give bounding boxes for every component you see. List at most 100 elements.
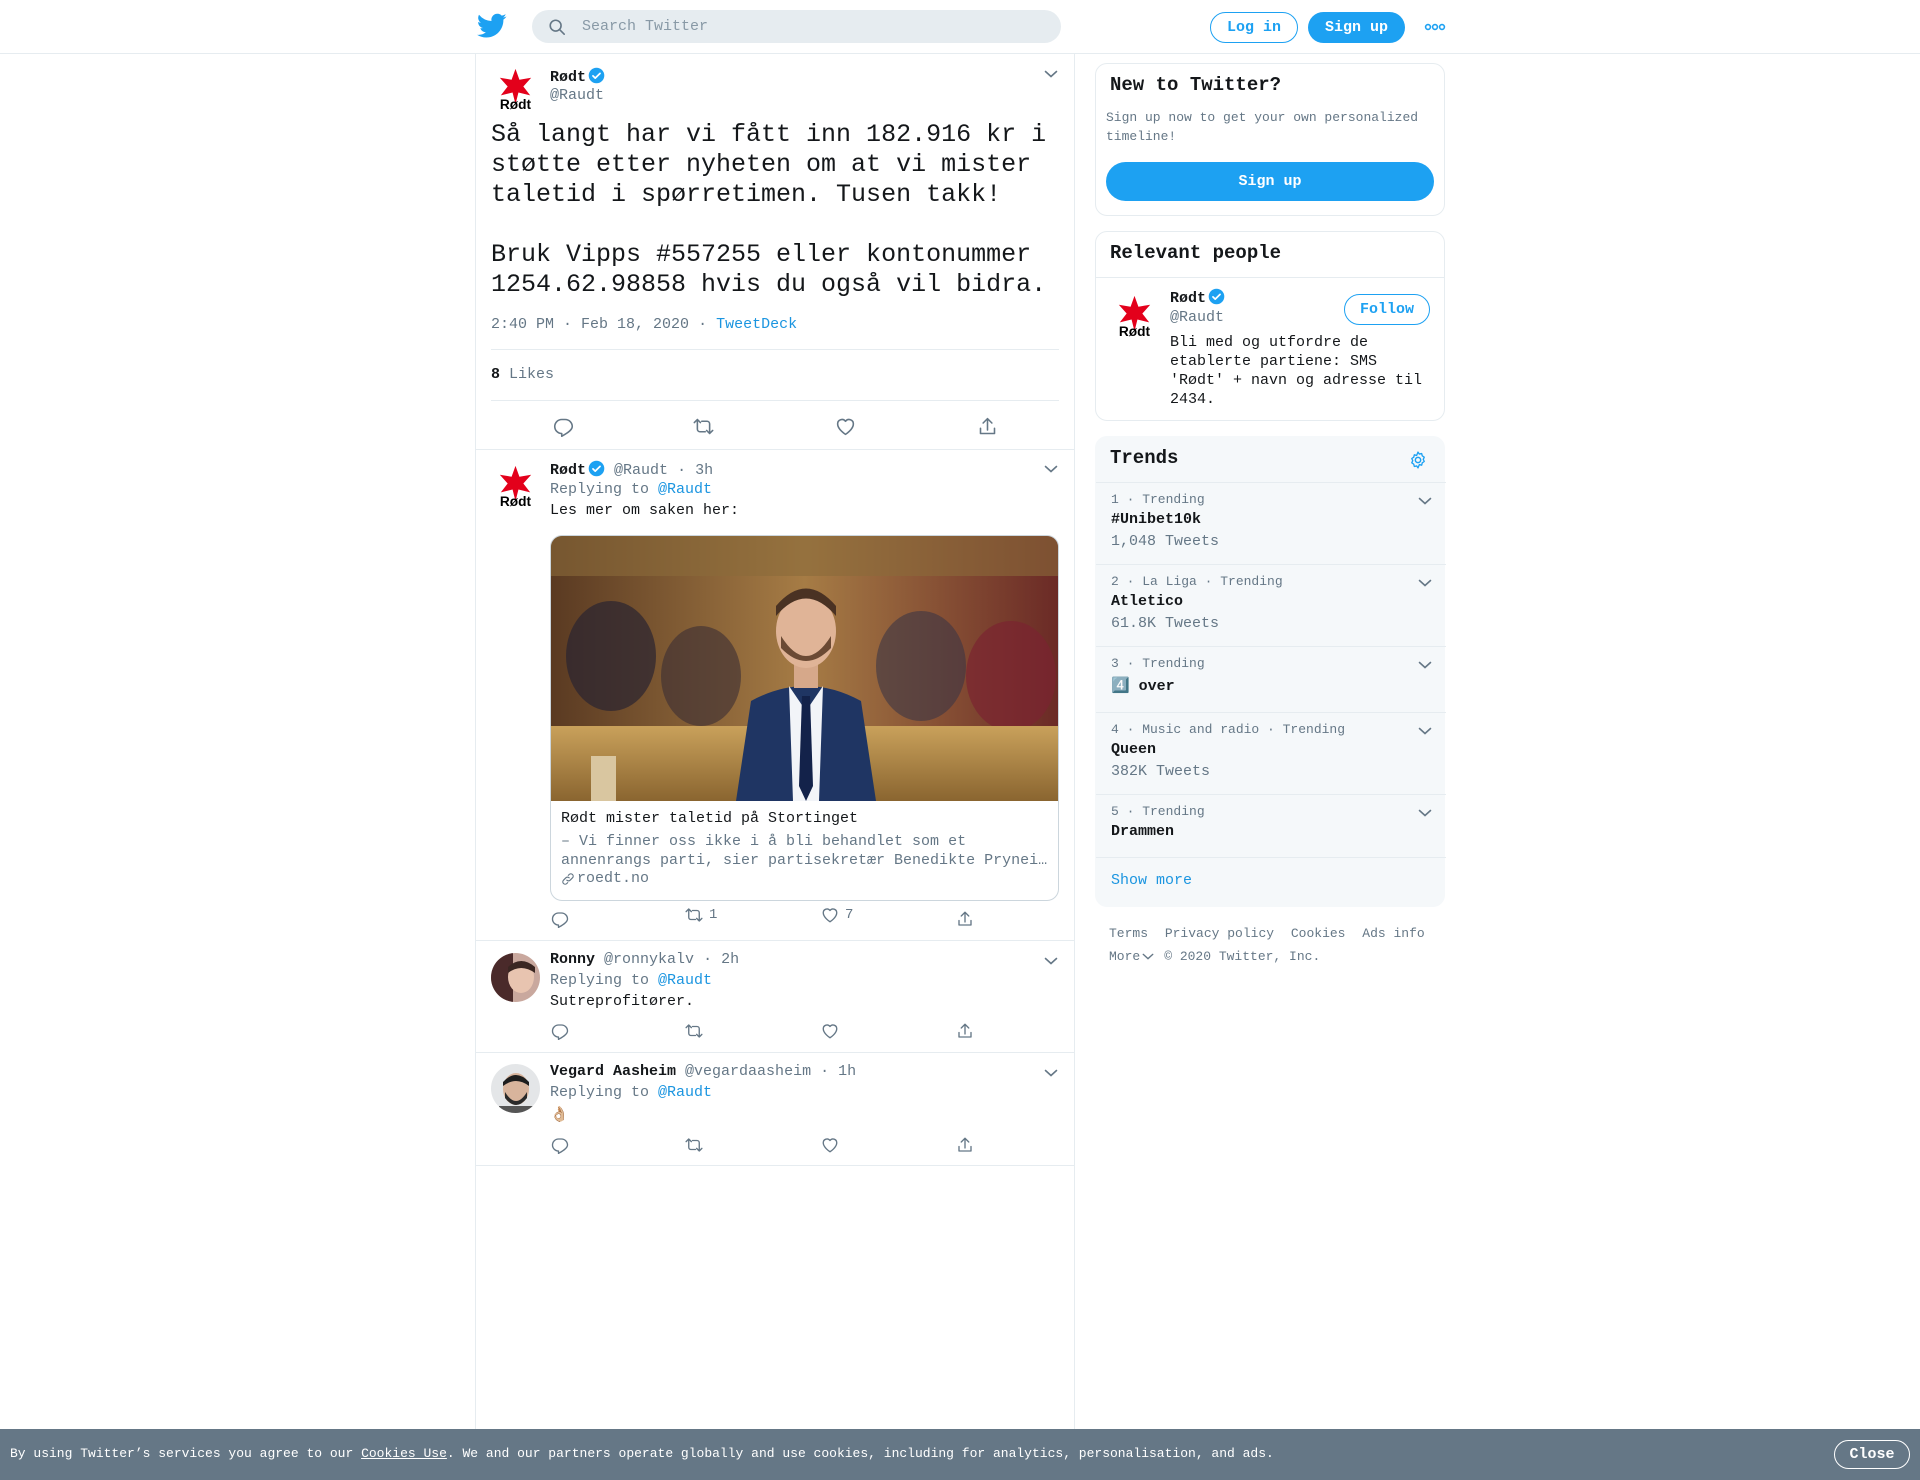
trend-item[interactable]: 3 · Trending 4️⃣ over: [1096, 646, 1446, 712]
replying-to-link[interactable]: @Raudt: [658, 481, 712, 498]
user-avatar[interactable]: [491, 1064, 540, 1113]
author-name[interactable]: Ronny: [550, 951, 595, 968]
retweet-button[interactable]: 1: [685, 906, 717, 924]
user-avatar[interactable]: [491, 953, 540, 1002]
chevron-down-icon[interactable]: [1142, 952, 1154, 961]
chevron-down-icon[interactable]: [1418, 726, 1432, 736]
trend-item[interactable]: 1 · Trending #Unibet10k 1,048 Tweets: [1096, 482, 1446, 564]
rodt-avatar[interactable]: [491, 65, 540, 114]
retweet-button[interactable]: [693, 416, 714, 437]
retweet-button[interactable]: [685, 1136, 703, 1154]
chevron-down-icon[interactable]: [1044, 69, 1058, 79]
verified-badge-icon: [588, 460, 605, 477]
like-button[interactable]: [835, 416, 856, 437]
cookie-text-before: By using Twitter’s services you agree to…: [10, 1446, 362, 1461]
like-button[interactable]: [821, 1136, 839, 1154]
trend-name: Drammen: [1111, 823, 1175, 840]
more-link[interactable]: More: [1109, 945, 1140, 968]
reply-icon: [553, 416, 574, 437]
reply-button[interactable]: [551, 910, 569, 928]
author-handle[interactable]: @Raudt: [550, 87, 604, 104]
tweet-source-link[interactable]: TweetDeck: [716, 316, 797, 333]
show-more-row: Show more: [1096, 857, 1446, 907]
ads-info-link[interactable]: Ads info: [1362, 926, 1424, 941]
divider: [491, 349, 1059, 350]
signup-button[interactable]: Sign up: [1308, 12, 1405, 43]
share-button[interactable]: [977, 416, 998, 437]
divider: [491, 400, 1059, 401]
card-desc-line: – Vi finner oss ikke i å bli behandlet s…: [561, 833, 967, 850]
chevron-down-icon[interactable]: [1044, 1068, 1058, 1078]
chevron-down-icon[interactable]: [1418, 660, 1432, 670]
reply-tweet[interactable]: Rødt @Raudt · 3h Replying to @Raudt Les …: [476, 451, 1074, 941]
replying-to-link[interactable]: @Raudt: [658, 972, 712, 989]
conversation-column: Rødt @Raudt Så langt har vi fått inn 182…: [475, 54, 1075, 1429]
search-bar[interactable]: [532, 10, 1061, 43]
cookie-text-after: . We and our partners operate globally a…: [446, 1446, 1274, 1461]
like-button[interactable]: 7: [821, 906, 853, 924]
show-more-link[interactable]: Show more: [1111, 872, 1192, 889]
meta-separator: ·: [698, 316, 708, 333]
privacy-link[interactable]: Privacy policy: [1165, 926, 1274, 941]
close-button[interactable]: Close: [1834, 1440, 1910, 1469]
cookie-consent-bar: By using Twitter’s services you agree to…: [0, 1429, 1920, 1480]
author-name[interactable]: Rødt: [550, 462, 586, 479]
heart-icon: [821, 1136, 839, 1154]
share-button[interactable]: [956, 910, 974, 928]
trend-item[interactable]: 5 · Trending Drammen: [1096, 794, 1446, 857]
top-nav: Log in Sign up: [0, 0, 1920, 54]
tweet-text: 👌🏼: [550, 1107, 569, 1124]
author-handle[interactable]: @Raudt: [614, 462, 668, 479]
tweet-age[interactable]: · 3h: [677, 462, 713, 479]
chevron-down-icon[interactable]: [1418, 578, 1432, 588]
person-bio: Bli med og utfordre de etablerte partien…: [1170, 334, 1423, 408]
tweet-time[interactable]: 2:40 PM · Feb 18, 2020: [491, 316, 689, 333]
reply-button[interactable]: [551, 1136, 569, 1154]
author-handle[interactable]: @ronnykalv: [604, 951, 694, 968]
link-card[interactable]: Rødt mister taletid på Stortinget – Vi f…: [550, 535, 1059, 901]
search-input[interactable]: [582, 18, 1022, 35]
tweet-age[interactable]: · 2h: [703, 951, 739, 968]
author-handle[interactable]: @vegardaasheim: [685, 1063, 811, 1080]
chevron-down-icon[interactable]: [1044, 956, 1058, 966]
cookies-link[interactable]: Cookies: [1291, 926, 1346, 941]
follow-button[interactable]: Follow: [1344, 294, 1430, 325]
person-handle[interactable]: @Raudt: [1170, 309, 1224, 326]
tweet-text: Sutreprofitører.: [550, 993, 695, 1010]
likes-stat[interactable]: 8 Likes: [491, 366, 554, 383]
twitter-bird-icon[interactable]: [477, 13, 507, 39]
login-button[interactable]: Log in: [1210, 12, 1298, 43]
signup-button[interactable]: Sign up: [1106, 162, 1434, 201]
rodt-avatar[interactable]: [1110, 292, 1159, 341]
person-name[interactable]: Rødt: [1170, 290, 1206, 307]
copyright: © 2020 Twitter, Inc.: [1164, 949, 1321, 964]
more-dots-icon[interactable]: [1424, 21, 1446, 33]
share-button[interactable]: [956, 1022, 974, 1040]
reply-tweet[interactable]: Ronny @ronnykalv · 2h Replying to @Raudt…: [476, 942, 1074, 1053]
gear-icon[interactable]: [1408, 450, 1428, 470]
replying-to-label: Replying to: [550, 972, 650, 989]
retweet-button[interactable]: [685, 1022, 703, 1040]
chevron-down-icon[interactable]: [1418, 808, 1432, 818]
reply-tweet[interactable]: Vegard Aasheim @vegardaasheim · 1h Reply…: [476, 1054, 1074, 1166]
card-description: – Vi finner oss ikke i å bli behandlet s…: [561, 832, 1049, 870]
trend-item[interactable]: 4 · Music and radio · Trending Queen 382…: [1096, 712, 1446, 794]
author-name[interactable]: Vegard Aasheim: [550, 1063, 676, 1080]
terms-link[interactable]: Terms: [1109, 926, 1148, 941]
tweet-age[interactable]: · 1h: [820, 1063, 856, 1080]
cookies-use-link[interactable]: Cookies Use: [361, 1446, 447, 1461]
author-name[interactable]: Rødt: [550, 69, 586, 86]
chevron-down-icon[interactable]: [1418, 496, 1432, 506]
search-icon: [549, 18, 566, 35]
replying-to-link[interactable]: @Raudt: [658, 1084, 712, 1101]
rodt-avatar[interactable]: [491, 462, 540, 511]
chevron-down-icon[interactable]: [1044, 464, 1058, 474]
like-count: 7: [845, 907, 854, 923]
reply-button[interactable]: [551, 1022, 569, 1040]
share-button[interactable]: [956, 1136, 974, 1154]
reply-icon: [551, 910, 569, 928]
like-button[interactable]: [821, 1022, 839, 1040]
tweet-meta: 2:40 PM · Feb 18, 2020 · TweetDeck: [491, 316, 797, 333]
trend-item[interactable]: 2 · La Liga · Trending Atletico 61.8K Tw…: [1096, 564, 1446, 646]
reply-button[interactable]: [553, 416, 574, 437]
